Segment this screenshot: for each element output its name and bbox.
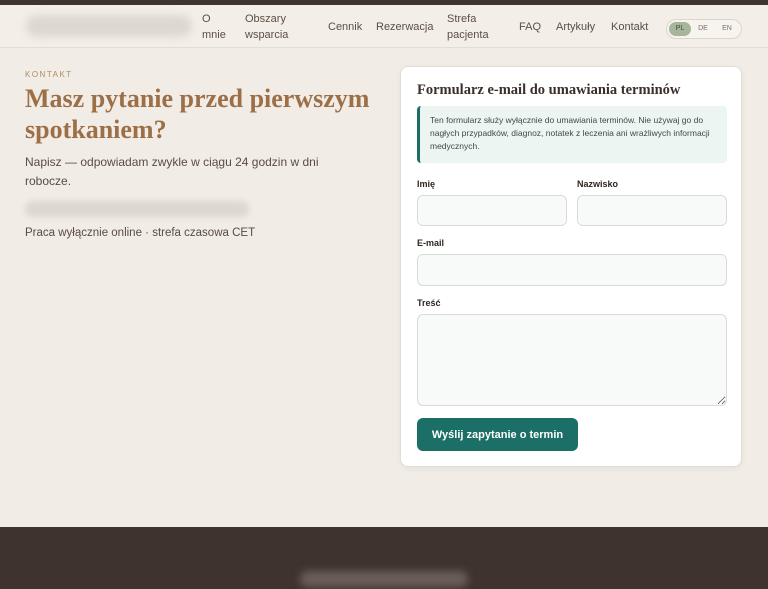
last-name-input[interactable] <box>577 195 727 226</box>
lang-de-button[interactable]: DE <box>692 22 714 36</box>
nav-item-rezerwacja[interactable]: Rezerwacja <box>376 19 433 35</box>
nav-item-artykuly[interactable]: Artykuły <box>556 19 595 35</box>
form-info-notice: Ten formularz służy wyłącznie do umawian… <box>417 106 727 163</box>
submit-appointment-button[interactable]: Wyślij zapytanie o termin <box>417 418 578 451</box>
nav-item-o-mnie[interactable]: O mnie <box>202 11 226 43</box>
language-switcher: PL DE EN <box>666 19 742 39</box>
nav-item-obszary-wsparcia[interactable]: Obszary wsparcia <box>245 11 288 43</box>
nav-item-faq[interactable]: FAQ <box>519 19 541 35</box>
appointment-form-card: Formularz e-mail do umawiania terminów T… <box>400 66 742 467</box>
site-footer <box>0 527 768 589</box>
lang-pl-button[interactable]: PL <box>669 22 691 36</box>
last-name-label: Nazwisko <box>577 179 619 189</box>
message-textarea[interactable] <box>417 314 727 406</box>
nav-item-strefa-pacjenta[interactable]: Strefa pacjenta <box>447 11 489 43</box>
first-name-label: Imię <box>417 179 436 189</box>
first-name-input[interactable] <box>417 195 567 226</box>
section-eyebrow: KONTAKT <box>25 70 73 79</box>
form-title: Formularz e-mail do umawiania terminów <box>417 82 681 98</box>
nav-item-kontakt[interactable]: Kontakt <box>611 19 648 35</box>
intro-subtitle: Napisz — odpowiadam zwykle w ciągu 24 go… <box>25 155 319 188</box>
footer-brand <box>300 571 468 587</box>
message-label: Treść <box>417 298 441 308</box>
lang-en-button[interactable]: EN <box>716 22 738 36</box>
page-title: Masz pytanie przed pierwszym spotkaniem? <box>25 84 370 144</box>
contact-email-link[interactable] <box>25 201 249 217</box>
nav-item-cennik[interactable]: Cennik <box>328 19 362 35</box>
site-logo[interactable] <box>26 15 192 37</box>
email-input[interactable] <box>417 254 727 286</box>
email-label: E-mail <box>417 238 445 248</box>
work-mode-note: Praca wyłącznie online · strefa czasowa … <box>25 227 256 239</box>
contact-intro: KONTAKT Masz pytanie przed pierwszym spo… <box>25 70 375 239</box>
site-header: O mnie Obszary wsparcia Cennik Rezerwacj… <box>0 5 768 48</box>
